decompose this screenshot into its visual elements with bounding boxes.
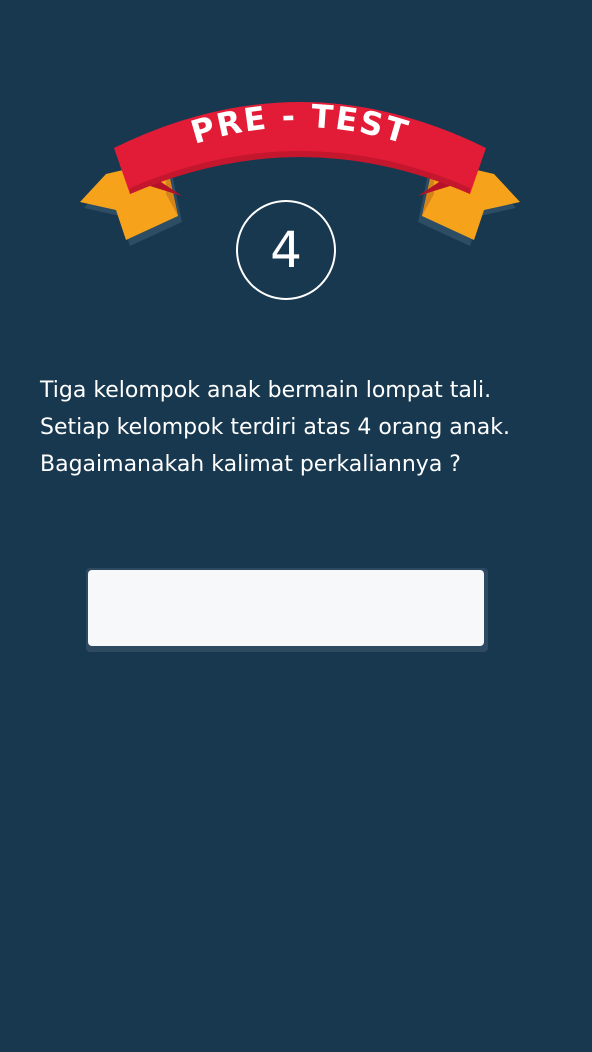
answer-input[interactable] [88, 570, 484, 646]
question-number-badge: 4 [236, 200, 336, 300]
question-number: 4 [270, 221, 302, 279]
pretest-screen: PRE - TEST 4 Tiga kelompok anak bermain … [0, 0, 592, 1052]
question-line-2: Setiap kelompok terdiri atas 4 orang ana… [40, 415, 510, 440]
question-line-3: Bagaimanakah kalimat perkaliannya ? [40, 452, 461, 477]
question-line-1: Tiga kelompok anak bermain lompat tali. [40, 378, 492, 403]
question-text: Tiga kelompok anak bermain lompat tali. … [40, 372, 570, 483]
